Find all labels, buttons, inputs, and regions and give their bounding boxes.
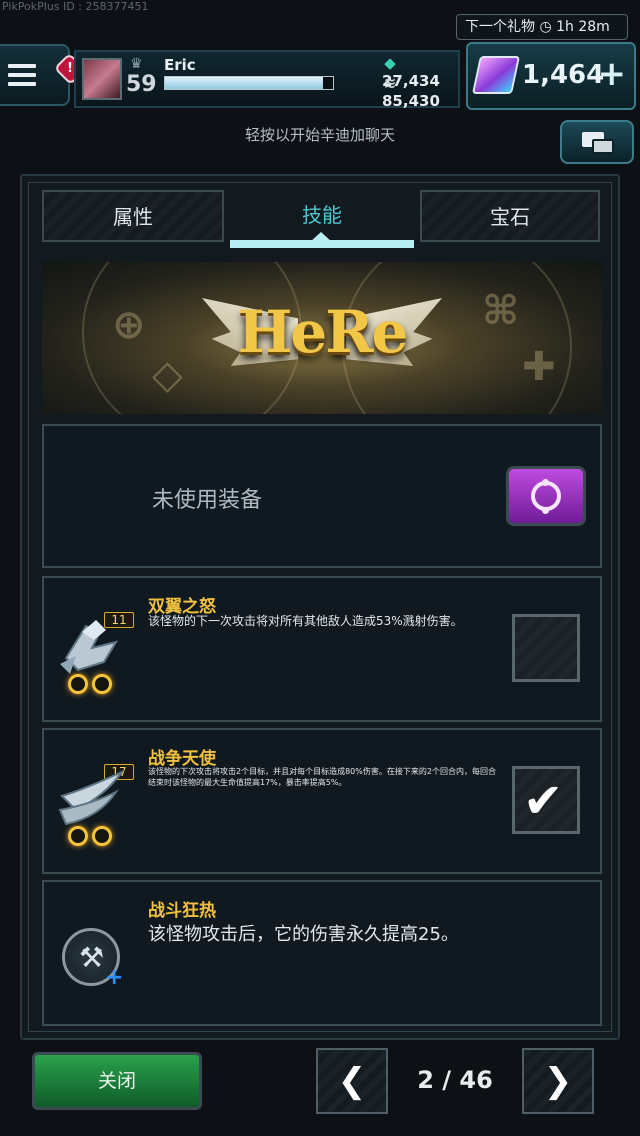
swap-dot [542, 479, 549, 486]
skill-card[interactable]: 双翼之怒 该怪物的下一次攻击将对所有其他敌人造成53%溅射伤害。 11 [42, 576, 602, 722]
hamburger-icon [8, 64, 36, 91]
skill-description: 该怪物的下一次攻击将对所有其他敌人造成53%溅射伤害。 [148, 614, 463, 628]
passive-skill-card[interactable]: 战斗狂热 该怪物攻击后，它的伤害永久提高25。 ⚒ + [42, 880, 602, 1026]
clock-icon: ◷ [539, 19, 557, 35]
crown-icon: ♛ [130, 56, 143, 72]
skill-point-icon [68, 674, 88, 694]
wings-fury-icon [60, 620, 119, 674]
player-name: Eric [164, 56, 196, 74]
monster-logo: HeRe [237, 298, 409, 366]
monster-detail-panel: 属性 技能 宝石 ⊕ ◇ ⌘ ✚ HeRe 未使用装备 双翼之怒 该怪物的下一次… [20, 174, 620, 1040]
equipment-status: 未使用装备 [152, 488, 263, 513]
premium-gems-button[interactable]: 1,464 + [466, 42, 636, 110]
skill-cost-hexes [68, 674, 116, 698]
skill-select-checkbox[interactable]: ✔ [512, 766, 580, 834]
plus-icon: + [597, 54, 627, 94]
skill-point-icon [92, 826, 112, 846]
skill-select-checkbox[interactable] [512, 614, 580, 682]
axe-plus-icon: ⚒ + [62, 928, 123, 990]
next-gift-timer[interactable]: 下一个礼物 ◷ 1h 28m [456, 14, 628, 40]
coins-resource: ≋85,430 [382, 74, 458, 110]
monster-banner: ⊕ ◇ ⌘ ✚ HeRe [42, 262, 602, 414]
gift-time: 1h 28m [556, 19, 610, 35]
gift-label: 下一个礼物 [465, 19, 535, 35]
skill-cost-hexes [68, 826, 116, 850]
checkmark-icon: ✔ [523, 773, 564, 829]
tab-gems[interactable]: 宝石 [420, 190, 600, 242]
pikpok-id-label: PikPokPlus ID : 258377451 [2, 0, 149, 13]
player-level: 59 [126, 72, 157, 97]
avatar[interactable] [82, 58, 122, 100]
gem-icon: ◆ [384, 54, 396, 72]
skill-name: 战斗狂热 [148, 901, 216, 921]
chat-button[interactable] [560, 120, 634, 164]
previous-button[interactable]: ❮ [316, 1048, 388, 1114]
xp-progress-fill [165, 77, 323, 89]
skill-point-icon [92, 674, 112, 694]
skill-description: 该怪物的下次攻击将攻击2个目标，并且对每个目标造成80%伤害。在接下来的2个回合… [148, 767, 496, 787]
coins-count: 85,430 [382, 92, 440, 110]
equipment-slot: 未使用装备 [42, 424, 602, 568]
gem-stack-icon [471, 56, 521, 94]
skill-description: 该怪物攻击后，它的伤害永久提高25。 [148, 924, 459, 945]
next-button[interactable]: ❯ [522, 1048, 594, 1114]
player-info-bar[interactable]: ♛ 59 Eric ◆27,434 ≋85,430 [74, 50, 460, 110]
plus-icon: + [105, 965, 124, 990]
tab-attributes[interactable]: 属性 [42, 190, 224, 242]
war-angel-blade-icon [58, 770, 125, 826]
page-indicator: 2 / 46 [417, 1066, 493, 1094]
premium-gems-count: 1,464 [522, 60, 605, 90]
top-bar: ! ♛ 59 Eric ◆27,434 ≋85,430 下一个礼物 ◷ 1h 2… [0, 14, 640, 110]
skill-point-icon [68, 826, 88, 846]
swap-dot [542, 507, 549, 514]
chat-hint[interactable]: 轻按以开始辛迪加聊天 [0, 124, 640, 145]
xp-progress-bar [164, 76, 334, 90]
swap-equipment-button[interactable] [506, 466, 586, 526]
chat-bubble-back [592, 139, 614, 154]
close-button[interactable]: 关闭 [32, 1052, 202, 1110]
skill-card[interactable]: 战争天使 该怪物的下次攻击将攻击2个目标，并且对每个目标造成80%伤害。在接下来… [42, 728, 602, 874]
axe-icon: ⚒ [79, 941, 105, 974]
coin-stack-icon: ≋ [383, 74, 397, 92]
active-tab-caret [310, 232, 332, 242]
